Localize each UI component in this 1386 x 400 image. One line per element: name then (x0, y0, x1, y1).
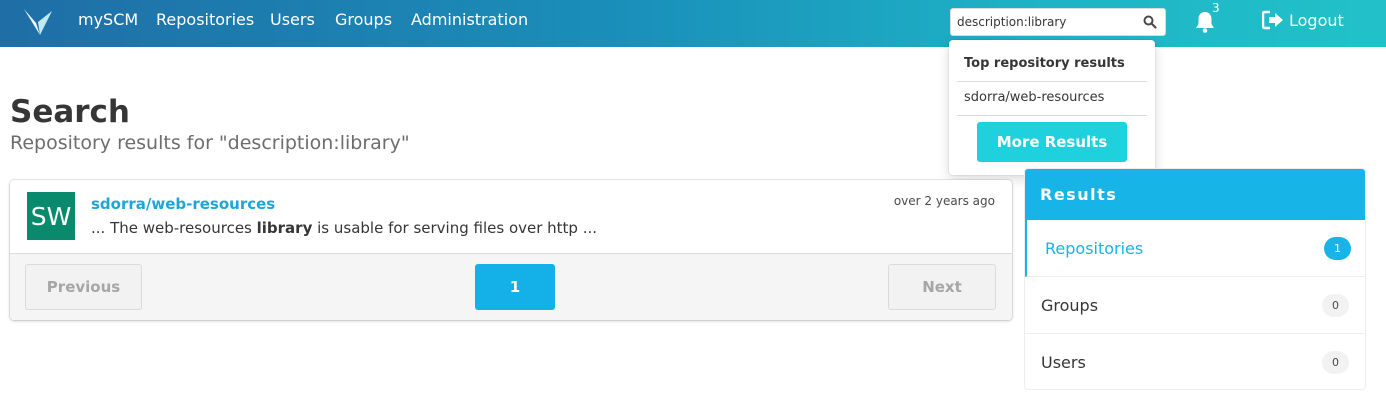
repository-description: ... The web-resources library is usable … (91, 219, 597, 237)
description-text: is usable for serving files over http ..… (312, 219, 598, 237)
previous-page-button[interactable]: Previous (25, 264, 142, 310)
panel-heading: Results (1025, 169, 1365, 220)
repository-avatar[interactable]: SW (27, 192, 75, 240)
dropdown-divider (957, 81, 1147, 82)
logout-icon (1262, 10, 1283, 30)
page-subtitle: Repository results for "description:libr… (10, 132, 410, 154)
count-badge: 0 (1322, 293, 1349, 317)
filter-label: Repositories (1045, 238, 1144, 258)
results-card: SW sdorra/web-resources ... The web-reso… (10, 180, 1012, 320)
filter-groups[interactable]: Groups 0 (1025, 277, 1365, 334)
search-icon[interactable] (1143, 15, 1157, 29)
filter-label: Users (1041, 352, 1086, 372)
results-filter-panel: Results Repositories 1 Groups 0 Users 0 (1024, 168, 1366, 390)
dropdown-divider (957, 115, 1147, 116)
next-page-button[interactable]: Next (888, 264, 996, 310)
description-highlight: library (256, 219, 313, 237)
filter-label: Groups (1041, 295, 1099, 315)
logout-button[interactable]: Logout (1262, 10, 1344, 30)
nav-administration-link[interactable]: Administration (411, 10, 528, 29)
search-field[interactable] (950, 8, 1166, 36)
count-badge: 1 (1324, 236, 1351, 260)
nav-repositories-link[interactable]: Repositories (156, 10, 254, 29)
page-title: Search (10, 94, 131, 130)
dropdown-heading: Top repository results (964, 56, 1125, 71)
dropdown-result-item[interactable]: sdorra/web-resources (964, 90, 1104, 105)
repository-name-link[interactable]: sdorra/web-resources (91, 195, 275, 213)
nav-users-link[interactable]: Users (270, 10, 315, 29)
top-navbar: mySCM Repositories Users Groups Administ… (0, 0, 1386, 47)
search-results-dropdown: Top repository results sdorra/web-resour… (949, 40, 1155, 175)
repository-date: over 2 years ago (893, 194, 995, 208)
more-results-button[interactable]: More Results (977, 122, 1127, 162)
notification-count-badge: 3 (1212, 1, 1220, 15)
filter-users[interactable]: Users 0 (1025, 334, 1365, 389)
search-input[interactable] (957, 13, 1137, 31)
scm-logo-icon[interactable] (20, 5, 56, 39)
nav-groups-link[interactable]: Groups (335, 10, 392, 29)
nav-brand-link[interactable]: mySCM (78, 10, 138, 29)
count-badge: 0 (1322, 350, 1349, 374)
description-text: ... The web-resources (91, 219, 257, 237)
filter-repositories[interactable]: Repositories 1 (1025, 220, 1365, 277)
logout-label: Logout (1289, 10, 1344, 30)
pagination-bar: Previous 1 Next (10, 253, 1012, 320)
page-1-button[interactable]: 1 (475, 264, 555, 310)
